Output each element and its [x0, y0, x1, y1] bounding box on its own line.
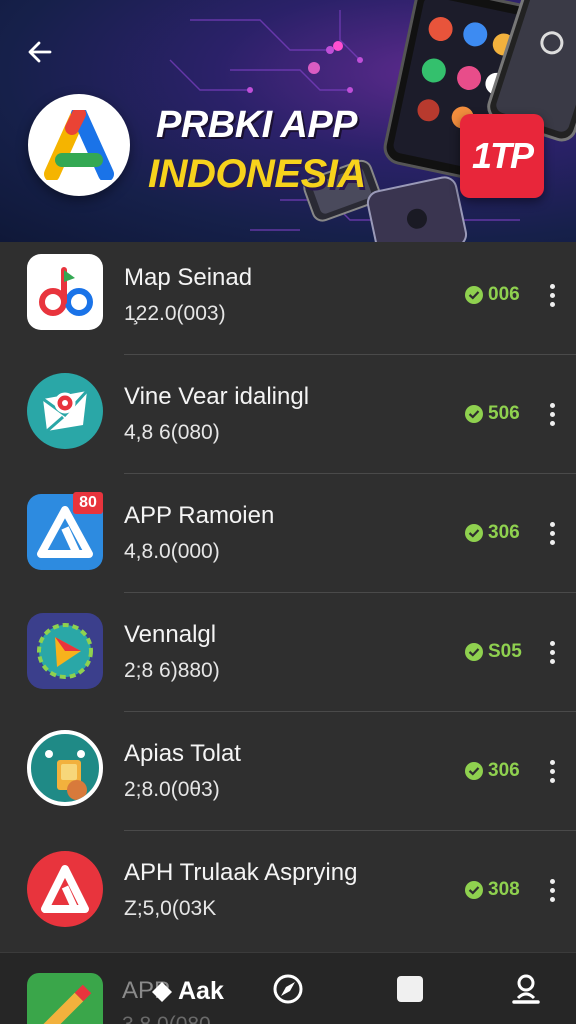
partial-app-meta: 3̧ 8 0(080	[122, 1013, 211, 1024]
app-meta: 2;8.0(0θ3)	[124, 778, 220, 801]
app-name: Apias Tolat	[124, 740, 241, 767]
bottom-navigation: APP Aak 3̧ 8 0(080	[0, 952, 576, 1024]
app-name: Vine Vear idalingl	[124, 383, 310, 410]
check-circle-icon	[465, 286, 483, 304]
more-options-button[interactable]	[540, 875, 564, 905]
check-circle-icon	[465, 762, 483, 780]
rating-value: S05	[488, 641, 522, 662]
banner-title-line2: INDONESIA	[148, 152, 366, 196]
diamond-icon	[152, 981, 172, 1002]
banner-title-line1: PRBKI APP	[156, 104, 358, 146]
notification-badge: 80	[73, 492, 103, 514]
divider	[124, 473, 576, 474]
more-options-button[interactable]	[540, 756, 564, 786]
compass-icon	[273, 974, 303, 1004]
rating-value: 306	[488, 760, 520, 781]
camera-envelope-icon	[27, 373, 103, 449]
app-name: APH Trulaak Asprying	[124, 859, 358, 886]
play-triangle-icon	[27, 613, 103, 689]
rating: S05	[464, 641, 522, 663]
rating: 306	[464, 760, 520, 782]
more-options-button[interactable]	[540, 518, 564, 548]
rating: 308	[464, 879, 520, 901]
more-options-button[interactable]	[540, 637, 564, 667]
app-meta: 1̧22.0(003)	[124, 302, 226, 325]
square-icon	[397, 976, 423, 1002]
triangle-logo-icon: 80	[27, 492, 103, 570]
nav-item-apps[interactable]: Aak	[150, 977, 224, 1006]
a-logo-icon	[44, 110, 114, 180]
back-button[interactable]	[22, 34, 58, 70]
divider	[124, 711, 576, 712]
rating: 506	[464, 403, 520, 425]
brand-badge: 1TP	[460, 114, 544, 198]
nav-item-library[interactable]	[392, 971, 428, 1007]
check-circle-icon	[465, 405, 483, 423]
music-note-icon	[27, 254, 103, 330]
header-banner: PRBKI APP INDONESIA 1TP	[0, 0, 576, 242]
app-logo	[28, 94, 130, 196]
list-item[interactable]: Map Seinad 1̧22.0(003) 006	[0, 242, 576, 361]
rating: 306	[464, 522, 520, 544]
list-item[interactable]: 80 APP Ramoien 4,8.0(000) 306	[0, 480, 576, 599]
check-circle-icon	[465, 881, 483, 899]
list-item[interactable]: Apias Tolat 2;8.0(0θ3) 306	[0, 718, 576, 837]
app-name: Map Seinad	[124, 264, 253, 291]
divider	[124, 830, 576, 831]
rating-value: 506	[488, 403, 520, 424]
check-circle-icon	[465, 643, 483, 661]
nav-item-profile[interactable]	[508, 971, 544, 1007]
app-name: Vennalgl	[124, 621, 217, 648]
app-meta: 4,8.0(000)	[124, 540, 220, 563]
red-a-logo-icon	[27, 851, 103, 927]
list-item[interactable]: Vine Vear idalingl 4,8 6(080) 506	[0, 361, 576, 480]
nav-item-explore[interactable]	[270, 971, 306, 1007]
divider	[124, 354, 576, 355]
app-name: APP Ramoien	[124, 502, 275, 529]
rating: 006	[464, 284, 520, 306]
list-item[interactable]: Vennalgl 2;8 6)880) S05	[0, 599, 576, 718]
nav-label: Aak	[178, 977, 224, 1005]
list-item[interactable]: APH Trulaak Asprying Z;5,0(03K 308	[0, 837, 576, 956]
rating-value: 308	[488, 879, 520, 900]
rating-value: 006	[488, 284, 520, 305]
profile-icon	[512, 974, 540, 1004]
more-options-button[interactable]	[540, 280, 564, 310]
check-circle-icon	[465, 524, 483, 542]
rating-value: 306	[488, 522, 520, 543]
android-folder-icon	[27, 730, 103, 806]
arrow-left-icon	[28, 41, 52, 63]
more-options-button[interactable]	[540, 399, 564, 429]
app-meta: 4,8 6(080)	[124, 421, 220, 444]
divider	[124, 592, 576, 593]
app-meta: Z;5,0(03K	[124, 897, 217, 920]
app-meta: 2;8 6)880)	[124, 659, 220, 682]
pencil-green-icon	[27, 973, 103, 1024]
